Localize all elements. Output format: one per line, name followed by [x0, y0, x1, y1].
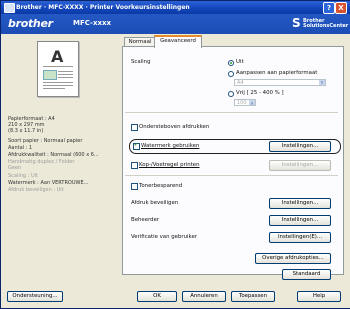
brother-logo: brother — [8, 17, 53, 30]
afdruk-beveiligen-label: Afdruk beveiligen — [131, 200, 179, 206]
solutions-center-link[interactable]: S Brother SolutionsCenter — [292, 16, 349, 31]
spin-arrows-icon: ▲ — [249, 100, 255, 105]
close-button[interactable]: X — [335, 2, 347, 14]
beheerder-label: Beheerder — [131, 217, 160, 223]
ok-button[interactable]: OK — [137, 291, 177, 302]
summary-duplex-value: Geen — [8, 165, 22, 171]
apply-button[interactable]: Toepassen — [231, 291, 275, 302]
scaling-off-radio[interactable] — [228, 60, 234, 66]
watermerk-label: Watermerk gebruiken — [141, 143, 200, 149]
model-name: MFC-xxxx — [73, 19, 112, 27]
percent-value: 100 — [237, 100, 247, 106]
dialog-window: Brother · MFC-XXXX · Printer Voorkeursin… — [0, 0, 350, 309]
summary-dimensions-in: (8.3 x 11.7 in) — [8, 128, 44, 134]
scaling-free-label: Vrij [ 25 - 400 % ] — [236, 90, 284, 96]
summary-quality: Afdrukkwaliteit : Normaal (600 x 6... — [8, 152, 99, 158]
secure-print-settings-button[interactable]: Instellingen... — [269, 198, 331, 209]
scaling-fit-radio[interactable] — [228, 71, 234, 77]
paper-size-value: A4 — [237, 80, 244, 86]
help-button[interactable]: Help — [297, 291, 341, 302]
default-button[interactable]: Standaard — [282, 269, 331, 280]
ondersteboven-label: Ondersteboven afdrukken — [139, 124, 210, 130]
watermark-settings-button[interactable]: Instellingen... — [269, 141, 331, 152]
cancel-button[interactable]: Annuleren — [182, 291, 226, 302]
summary-media-type: Soort papier : Normaal papier — [8, 138, 83, 144]
scaling-label: Scaling — [131, 59, 151, 65]
title-bar: Brother · MFC-XXXX · Printer Voorkeursin… — [1, 1, 350, 14]
toner-label: Tonerbesparend — [139, 183, 183, 189]
separator — [125, 112, 338, 113]
kopvoet-label: Kop-/Voetregel printen — [139, 162, 200, 168]
administrator-settings-button[interactable]: Instellingen... — [269, 215, 331, 226]
summary-secure-print: Afdruk beveiligen : Uit — [8, 187, 64, 193]
ondersteboven-checkbox[interactable] — [131, 124, 138, 131]
other-print-options-button[interactable]: Overige afdrukopties... — [255, 253, 331, 264]
brand-header: brother MFC-xxxx S Brother SolutionsCente… — [1, 14, 350, 34]
picture-icon — [43, 70, 57, 80]
toner-checkbox[interactable] — [131, 183, 138, 190]
scaling-fit-label: Aanpassen aan papierformaat — [236, 70, 318, 76]
window-title: Brother · MFC-XXXX · Printer Voorkeursin… — [16, 4, 190, 11]
scaling-off-label: Uit — [236, 59, 244, 65]
verification-settings-button[interactable]: Instellingen(E)... — [269, 232, 331, 243]
printer-app-icon — [4, 3, 15, 13]
percent-stepper[interactable]: 100 ▲ — [234, 99, 256, 106]
tab-geavanceerd[interactable]: Geavanceerd — [154, 35, 202, 48]
page-preview-icon: A — [37, 41, 79, 97]
kopvoet-checkbox[interactable] — [131, 162, 138, 169]
kopvoet-settings-button[interactable]: Instellingen... — [269, 160, 331, 171]
verificatie-label: Verificatie van gebruiker — [131, 234, 197, 240]
solutions-line2: SolutionsCenter — [303, 23, 349, 29]
watermerk-checkbox[interactable] — [133, 142, 140, 150]
support-button[interactable]: Ondersteuning... — [7, 291, 63, 302]
paper-size-select[interactable]: A4 ▼ — [234, 79, 326, 86]
help-title-button[interactable]: ? — [323, 2, 335, 14]
chevron-down-icon: ▼ — [319, 80, 325, 85]
summary-watermark: Watermerk : Aan VERTROUWE... — [8, 180, 89, 186]
summary-scaling: Scaling : Uit — [8, 173, 38, 179]
separator — [125, 175, 338, 176]
summary-copies: Aantal : 1 — [8, 145, 33, 151]
scaling-free-radio[interactable] — [228, 91, 234, 97]
solutions-center-icon: S — [292, 16, 301, 30]
